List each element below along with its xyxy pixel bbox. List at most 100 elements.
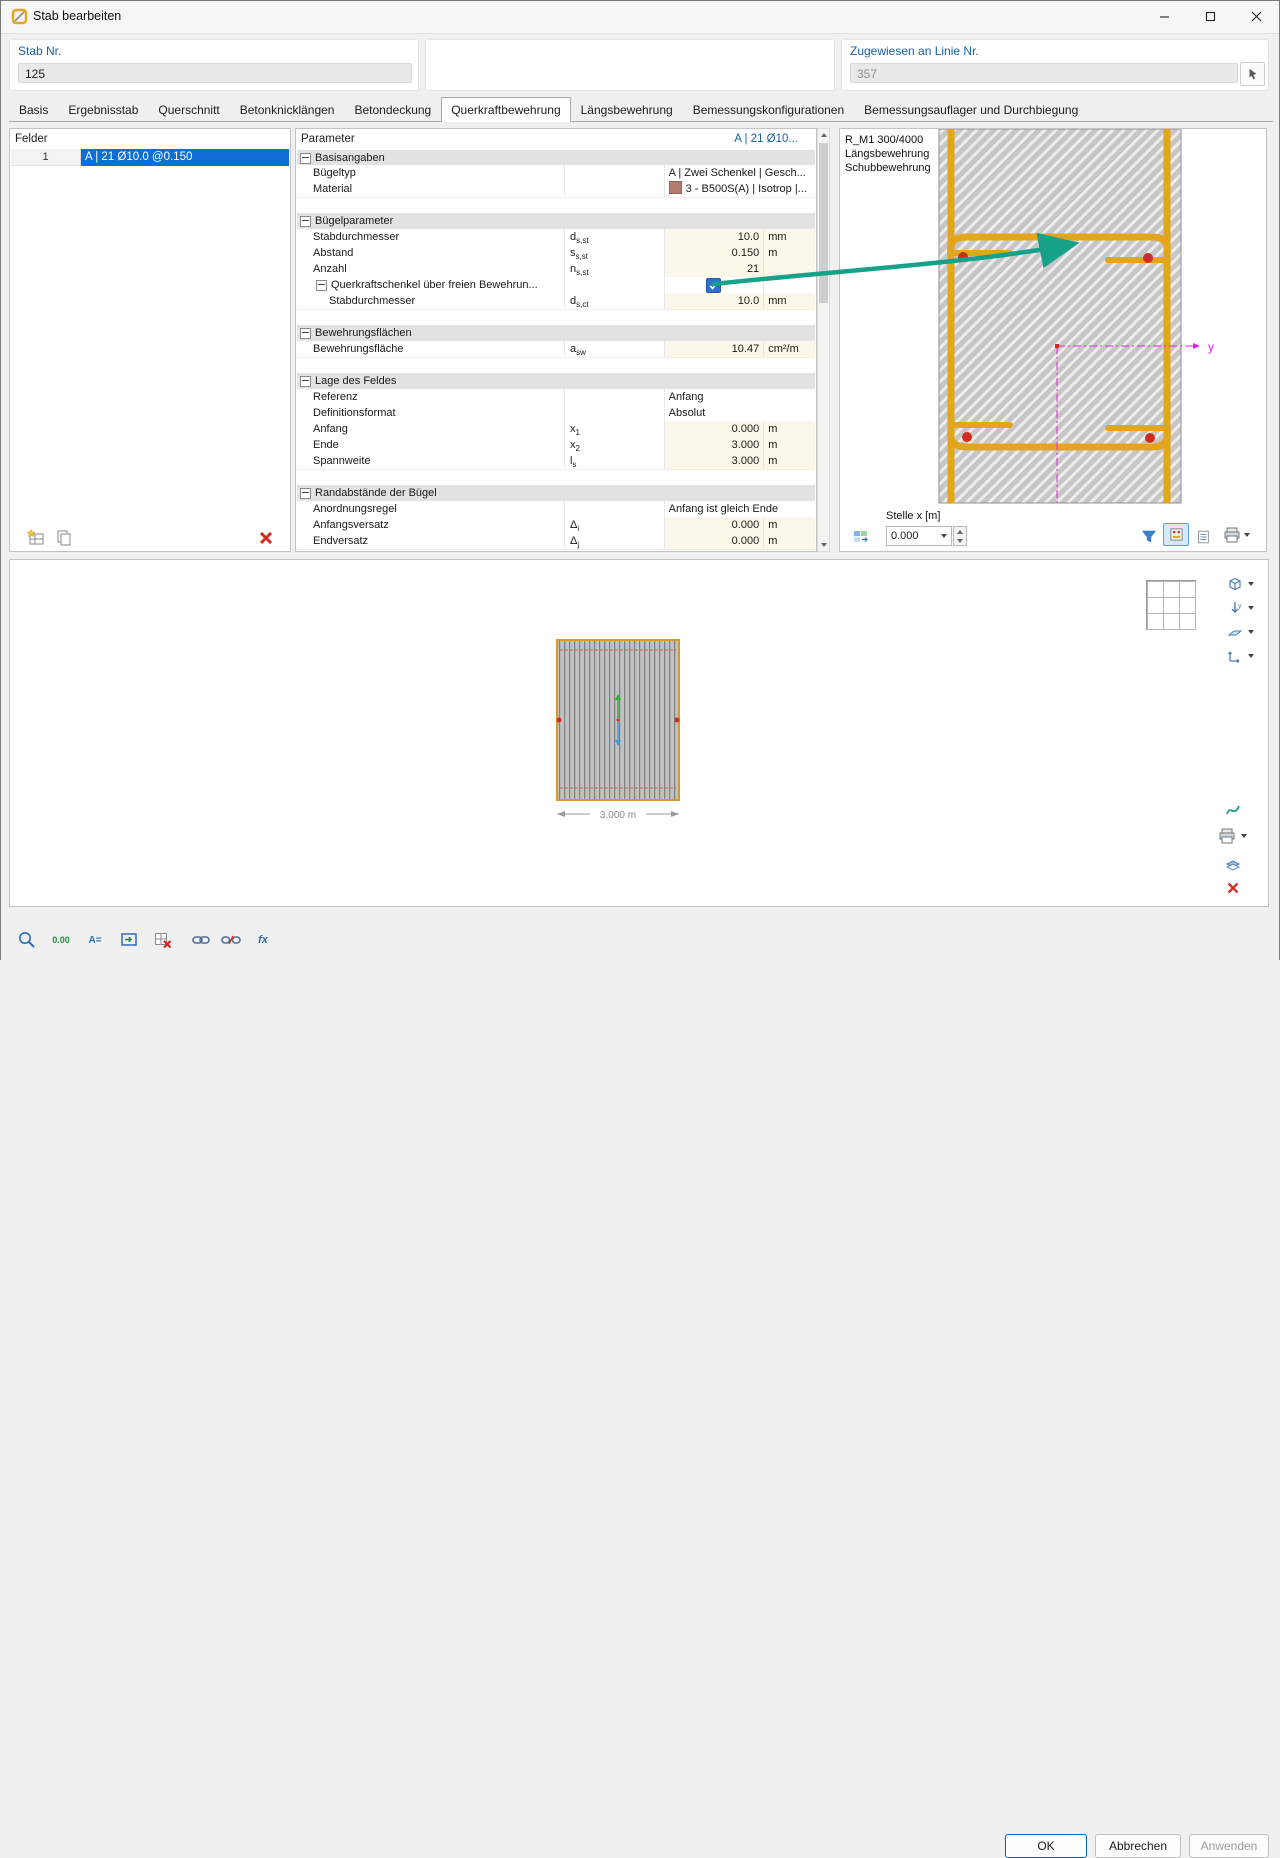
tab-bemessungskonfigurationen[interactable]: Bemessungskonfigurationen: [683, 98, 854, 121]
display-layers-button[interactable]: [1218, 852, 1248, 876]
location-x-spinner[interactable]: [953, 526, 967, 546]
minimize-button[interactable]: [1141, 1, 1187, 32]
param-row-anzahl[interactable]: Anzahl ns,st 21: [297, 261, 815, 278]
member-number-input[interactable]: 125: [18, 63, 412, 83]
param-row-definitionsformat[interactable]: Definitionsformat Absolut: [297, 405, 815, 422]
field-row[interactable]: 1 A | 21 Ø10.0 @0.150: [11, 149, 289, 166]
filter-button[interactable]: [1136, 525, 1162, 548]
param-row-stabdurchmesser-ct[interactable]: Stabdurchmesser ds,ct 10.0 mm: [297, 293, 815, 310]
param-value[interactable]: 3 - B500S(A) | Isotrop |...: [663, 181, 815, 197]
tab-querschnitt[interactable]: Querschnitt: [148, 98, 229, 121]
unlink-fields-button[interactable]: [217, 927, 245, 953]
param-row-referenz[interactable]: Referenz Anfang: [297, 389, 815, 406]
view-direction-button[interactable]: y: [1222, 596, 1262, 620]
tab-ergebnisstab[interactable]: Ergebnisstab: [58, 98, 148, 121]
param-row-endversatz[interactable]: Endversatz Δj 0.000 m: [297, 533, 815, 550]
tab-querkraftbewehrung[interactable]: Querkraftbewehrung: [441, 97, 571, 122]
maximize-icon: [1205, 11, 1215, 22]
pick-line-button[interactable]: [1240, 62, 1265, 86]
function-editor-button[interactable]: fx: [249, 927, 277, 953]
param-group-bewehrungsflaechen[interactable]: Bewehrungsflächen: [297, 325, 815, 342]
ok-button[interactable]: OK: [1005, 1834, 1087, 1858]
param-value[interactable]: 0.000: [663, 533, 764, 549]
param-row-stabdurchmesser[interactable]: Stabdurchmesser ds,st 10.0 mm: [297, 229, 815, 246]
copy-field-button[interactable]: [52, 528, 76, 548]
param-group-buegelparameter[interactable]: Bügelparameter: [297, 213, 815, 230]
collapse-icon[interactable]: [300, 152, 311, 164]
tab-betonknicklaengen[interactable]: Betonknicklängen: [230, 98, 345, 121]
querkraftschenkel-checkbox[interactable]: [706, 278, 722, 293]
print-view-button[interactable]: [1214, 824, 1254, 848]
param-group-lage-des-feldes[interactable]: Lage des Feldes: [297, 373, 815, 390]
parameter-scrollbar[interactable]: [817, 128, 830, 552]
assigned-line-input[interactable]: 357: [850, 63, 1238, 83]
sync-view-button[interactable]: [848, 525, 874, 548]
decimal-places-button[interactable]: 0.00: [47, 927, 75, 953]
cancel-view-button[interactable]: [1218, 876, 1248, 900]
param-value[interactable]: A | Zwei Schenkel | Gesch...: [663, 165, 815, 181]
param-value[interactable]: Anfang ist gleich Ende: [663, 501, 815, 517]
view-axes-button[interactable]: [1222, 644, 1262, 668]
apply-to-window-button[interactable]: [115, 927, 143, 953]
param-group-randabstaende[interactable]: Randabstände der Bügel: [297, 485, 815, 502]
tab-laengsbewehrung[interactable]: Längsbewehrung: [571, 98, 683, 121]
param-row-spannweite[interactable]: Spannweite ls 3.000 m: [297, 453, 815, 470]
reinforcement-preview-panel[interactable]: y R_M1 300/4000 Längsbewehrung Schubbewe…: [839, 128, 1267, 552]
param-row-querkraftschenkel[interactable]: Querkraftschenkel über freien Bewehrun..…: [297, 277, 815, 294]
tab-basis[interactable]: Basis: [9, 98, 58, 121]
maximize-button[interactable]: [1187, 1, 1233, 32]
collapse-icon[interactable]: [300, 487, 311, 499]
scroll-up-icon[interactable]: [818, 129, 829, 141]
close-button[interactable]: [1233, 1, 1279, 32]
collapse-icon[interactable]: [300, 215, 311, 227]
param-value[interactable]: 3.000: [663, 437, 764, 453]
spin-down-icon[interactable]: [957, 538, 963, 543]
param-row-anfang[interactable]: Anfang x1 0.000 m: [297, 421, 815, 438]
spin-up-icon[interactable]: [957, 529, 963, 534]
param-value[interactable]: 0.150: [663, 245, 764, 261]
scroll-down-icon[interactable]: [818, 539, 829, 551]
param-value[interactable]: Anfang: [663, 389, 815, 405]
param-value[interactable]: 10.0: [663, 229, 764, 245]
view-selector-grid[interactable]: [1146, 580, 1196, 630]
param-row-buegeltyp[interactable]: Bügeltyp A | Zwei Schenkel | Gesch...: [297, 165, 815, 182]
link-fields-button[interactable]: [187, 927, 215, 953]
param-value[interactable]: 0.000: [663, 517, 764, 533]
param-row-material[interactable]: Material 3 - B500S(A) | Isotrop |...: [297, 181, 815, 198]
param-value[interactable]: 21: [663, 261, 764, 277]
param-row-anordnungsregel[interactable]: Anordnungsregel Anfang ist gleich Ende: [297, 501, 815, 518]
member-view-panel[interactable]: 3.000 m y: [9, 559, 1269, 907]
param-value[interactable]: 10.0: [663, 293, 764, 309]
collapse-icon[interactable]: [300, 375, 311, 387]
param-name: Ende: [313, 439, 339, 451]
param-value[interactable]: Absolut: [663, 405, 815, 421]
section-display-toggle[interactable]: [1163, 523, 1189, 546]
print-preview-button[interactable]: [1218, 523, 1258, 546]
location-x-value: 0.000: [891, 530, 919, 542]
result-diagram-button[interactable]: [1218, 797, 1248, 821]
param-value[interactable]: 0.000: [663, 421, 764, 437]
cross-section-preview[interactable]: y: [840, 129, 1266, 505]
view-plane-button[interactable]: [1222, 620, 1262, 644]
scrollbar-thumb[interactable]: [819, 143, 828, 303]
apply-button[interactable]: Anwenden: [1189, 1834, 1269, 1858]
cancel-button[interactable]: Abbrechen: [1095, 1834, 1181, 1858]
member-elevation-view[interactable]: 3.000 m: [554, 638, 682, 824]
units-settings-button[interactable]: A=: [81, 927, 109, 953]
view-3d-button[interactable]: [1222, 572, 1262, 596]
report-sheet-button[interactable]: [1190, 525, 1216, 548]
param-row-abstand[interactable]: Abstand ss,st 0.150 m: [297, 245, 815, 262]
tab-bemessungsauflager[interactable]: Bemessungsauflager und Durchbiegung: [854, 98, 1088, 121]
collapse-icon[interactable]: [300, 327, 311, 339]
param-row-bewehrungsflaeche[interactable]: Bewehrungsfläche asw 10.47 cm²/m: [297, 341, 815, 358]
delete-result-button[interactable]: [149, 927, 177, 953]
location-x-select[interactable]: 0.000: [886, 526, 952, 546]
param-row-anfangsversatz[interactable]: Anfangsversatz Δi 0.000 m: [297, 517, 815, 534]
jump-to-object-button[interactable]: [13, 927, 41, 953]
collapse-icon[interactable]: [316, 279, 327, 291]
param-row-ende[interactable]: Ende x2 3.000 m: [297, 437, 815, 454]
add-field-button[interactable]: [24, 528, 48, 548]
assigned-line-box: Zugewiesen an Linie Nr. 357: [841, 39, 1269, 91]
delete-field-button[interactable]: [254, 528, 278, 548]
tab-betondeckung[interactable]: Betondeckung: [344, 98, 441, 121]
